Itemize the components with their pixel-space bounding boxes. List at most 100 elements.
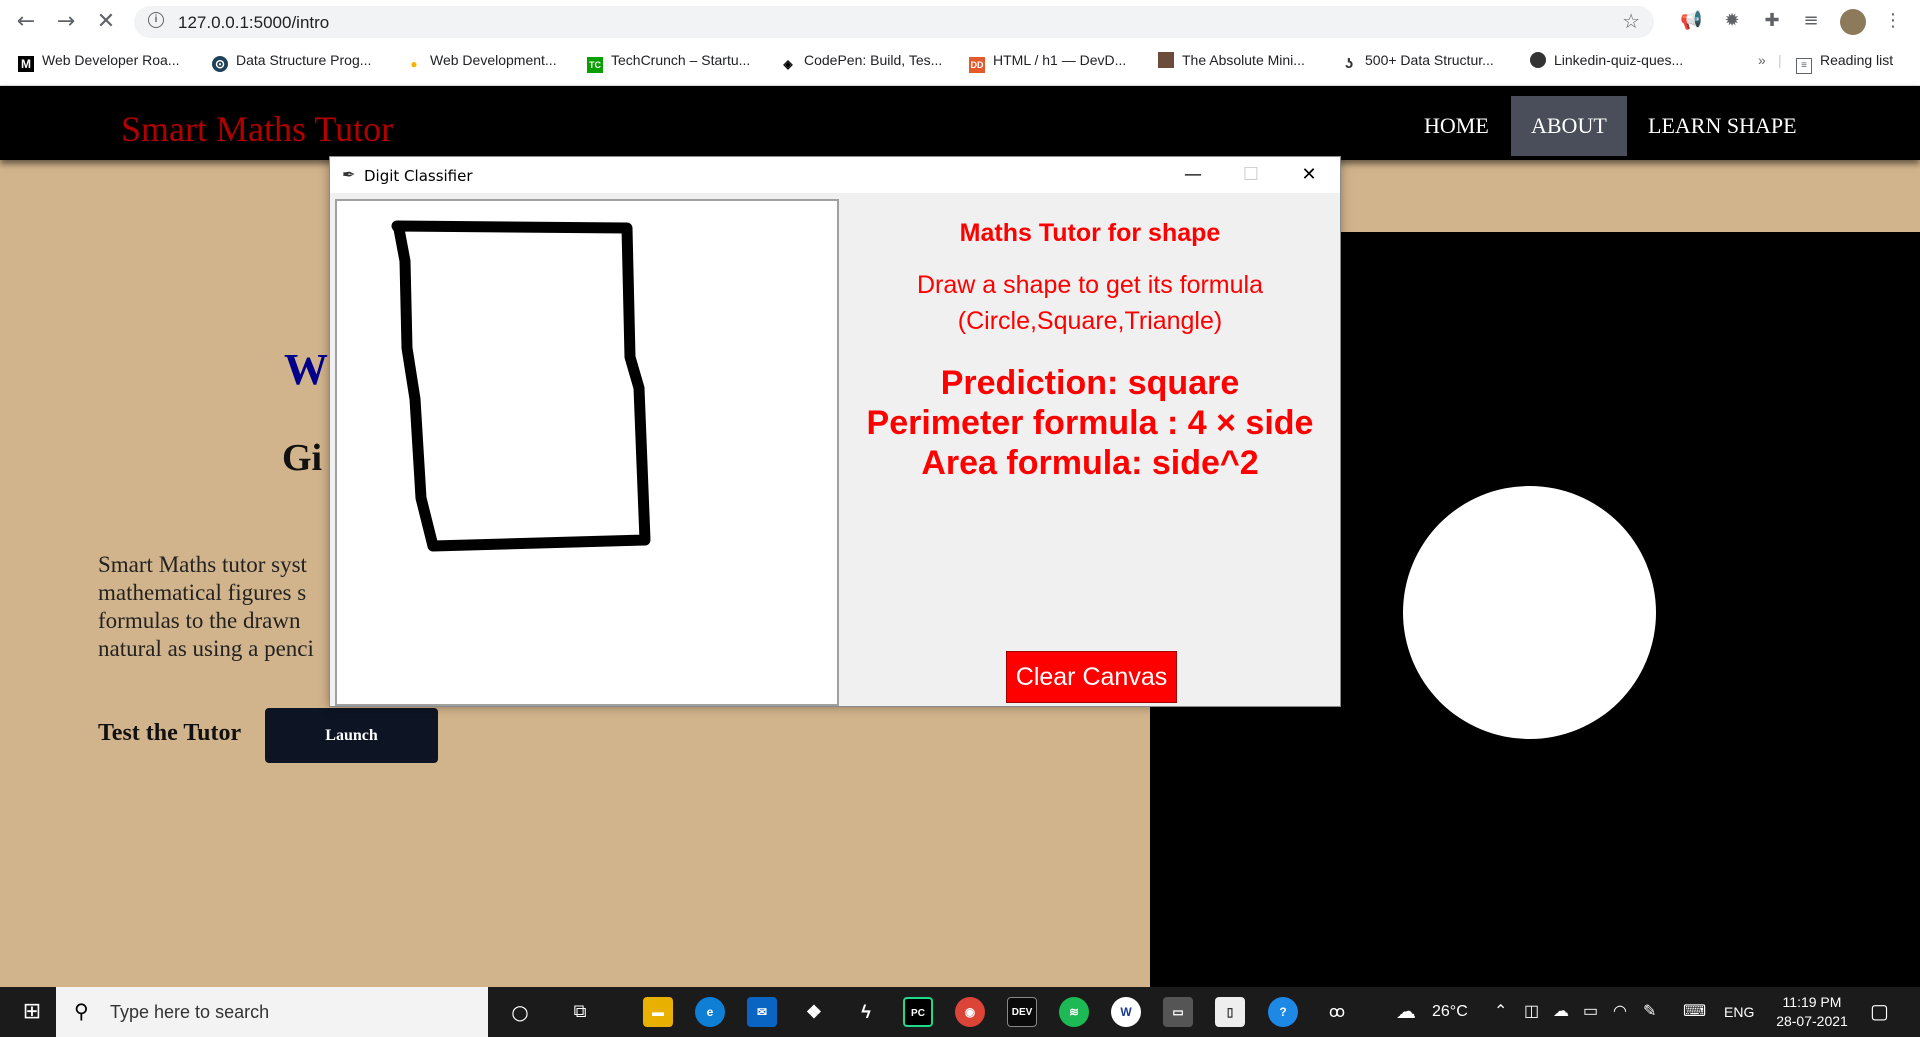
bookmark-item[interactable]: DD HTML / h1 — DevD... <box>969 52 1126 73</box>
prediction-text: Prediction: square <box>940 364 1240 402</box>
file-explorer-icon[interactable]: ▬ <box>643 997 673 1027</box>
forward-arrow-icon[interactable]: → <box>52 8 80 36</box>
hero-subtitle: Gi <box>282 437 323 479</box>
media-control-icon[interactable]: ≡ <box>1800 10 1822 32</box>
close-icon[interactable]: ✕ <box>1280 157 1338 193</box>
bracket-icon: ʖ <box>1344 55 1354 72</box>
bookmark-label: The Absolute Mini... <box>1182 52 1305 68</box>
stop-loading-icon[interactable]: ✕ <box>92 8 120 36</box>
onedrive-icon[interactable]: ☁ <box>1553 987 1569 1037</box>
spotify-icon[interactable]: ≋ <box>1059 997 1089 1027</box>
bookmark-label: Data Structure Prog... <box>236 52 372 68</box>
avatar-icon <box>1158 52 1174 68</box>
site-info-icon[interactable]: i <box>148 12 164 28</box>
lightning-icon[interactable]: ϟ <box>851 997 881 1027</box>
bookmarks-bar: M Web Developer Roa... ⊙ Data Structure Pr… <box>0 50 1920 76</box>
profile-avatar[interactable] <box>1840 9 1866 35</box>
site-brand[interactable]: Smart Maths Tutor <box>121 108 393 150</box>
area-formula: Area formula: side^2 <box>921 444 1259 482</box>
task-view-icon[interactable]: ⧉ <box>565 987 595 1037</box>
browser-menu-icon[interactable]: ⋮ <box>1882 10 1904 32</box>
url-text[interactable]: 127.0.0.1:5000/intro <box>178 13 329 33</box>
bookmark-item[interactable]: ⊙ Data Structure Prog... <box>212 52 371 72</box>
browser-toolbar: ← → ✕ i 127.0.0.1:5000/intro ☆ 📢 ✹ ✚ ≡ ⋮… <box>0 0 1920 86</box>
bookmark-item[interactable]: The Absolute Mini... <box>1158 52 1305 68</box>
github-icon <box>1530 52 1546 68</box>
launch-button[interactable]: Launch <box>265 708 438 763</box>
nav-about[interactable]: ABOUT <box>1511 96 1627 156</box>
dropbox-icon[interactable]: ❖ <box>799 997 829 1027</box>
mail-icon[interactable]: ✉ <box>747 997 777 1027</box>
terminal-icon[interactable]: ▭ <box>1163 997 1193 1027</box>
clock-date: 28-07-2021 <box>1776 1013 1848 1029</box>
taskbar-clock[interactable]: 11:19 PM 28-07-2021 <box>1762 993 1862 1031</box>
bookmark-item[interactable]: ● Web Development... <box>406 52 556 72</box>
instruction-line: Draw a shape to get its formula <box>917 271 1263 299</box>
dev-community-icon[interactable]: DEV <box>1007 997 1037 1027</box>
battery-icon[interactable]: ▭ <box>1583 987 1598 1037</box>
weather-temp[interactable]: 26°C <box>1432 987 1468 1037</box>
windows-start-icon[interactable]: ⊞ <box>14 987 50 1037</box>
back-arrow-icon[interactable]: ← <box>12 8 40 36</box>
extensions-puzzle-icon[interactable]: ✚ <box>1761 10 1783 32</box>
intro-paragraph: Smart Maths tutor syst mathematical figu… <box>98 551 348 663</box>
prediction-result: Prediction: square Perimeter formula : 4… <box>845 363 1335 483</box>
wifi-icon[interactable]: ◠ <box>1613 987 1627 1037</box>
cortana-icon[interactable]: ○ <box>505 987 535 1037</box>
drawn-square-stroke <box>391 220 651 552</box>
weather-icon[interactable]: ☁ <box>1396 987 1416 1037</box>
bookmark-item[interactable]: TC TechCrunch – Startu... <box>587 52 750 73</box>
tray-chevron-icon[interactable]: ⌃ <box>1494 987 1507 1037</box>
tray-meet-icon[interactable]: ◫ <box>1524 987 1539 1037</box>
bookmark-item[interactable]: ʖ 500+ Data Structur... <box>1341 52 1494 72</box>
document-icon[interactable]: ▯ <box>1215 997 1245 1027</box>
paragraph-line: formulas to the drawn <box>98 608 301 633</box>
keyboard-icon[interactable]: ⌨ <box>1683 987 1706 1037</box>
bulb-icon: ● <box>410 57 418 71</box>
paragraph-line: Smart Maths tutor syst <box>98 552 307 577</box>
reading-list-button[interactable]: ≡ Reading list <box>1796 52 1893 74</box>
chrome-icon[interactable]: ◉ <box>955 997 985 1027</box>
digit-classifier-window: ✒ Digit Classifier — ☐ ✕ Maths Tutor for… <box>329 156 1341 707</box>
edge-icon[interactable]: e <box>695 997 725 1027</box>
more-bookmarks-button[interactable]: » <box>1758 52 1766 68</box>
bookmark-item[interactable]: M Web Developer Roa... <box>18 52 179 72</box>
reading-list-icon: ≡ <box>1796 58 1812 74</box>
circle-shape-image <box>1403 486 1656 739</box>
medium-icon: M <box>18 56 34 72</box>
nav-home[interactable]: HOME <box>1404 96 1509 156</box>
window-titlebar[interactable]: ✒ Digit Classifier — ☐ ✕ <box>330 157 1340 193</box>
people-icon[interactable]: ꝏ <box>1322 987 1352 1037</box>
instructions: Draw a shape to get its formula (Circle,… <box>845 267 1335 339</box>
clear-canvas-button[interactable]: Clear Canvas <box>1006 651 1177 703</box>
pen-icon[interactable]: ✎ <box>1643 987 1656 1037</box>
app-circle-icon[interactable]: W <box>1111 997 1141 1027</box>
window-title: Digit Classifier <box>364 167 473 185</box>
hero-title: W <box>284 345 328 394</box>
drawing-canvas[interactable] <box>335 199 839 706</box>
paragraph-line: natural as using a penci <box>98 636 314 661</box>
notifications-icon[interactable]: ▢ <box>1870 987 1889 1037</box>
bug-extension-icon[interactable]: ✹ <box>1721 10 1743 32</box>
codecademy-icon: ⊙ <box>212 56 228 72</box>
paragraph-line: mathematical figures s <box>98 580 307 605</box>
pycharm-icon[interactable]: PC <box>903 997 933 1027</box>
nav-learn-shape[interactable]: LEARN SHAPE <box>1628 96 1817 156</box>
help-icon[interactable]: ? <box>1268 997 1298 1027</box>
address-bar[interactable]: i 127.0.0.1:5000/intro ☆ <box>134 6 1654 38</box>
codepen-icon: ◈ <box>783 57 793 71</box>
reading-list-label: Reading list <box>1820 52 1894 68</box>
site-navbar: Smart Maths Tutor HOME ABOUT LEARN SHAPE <box>0 86 1920 160</box>
devdocs-icon: DD <box>969 57 985 73</box>
bookmarks-divider: | <box>1778 52 1782 68</box>
bookmark-item[interactable]: ◈ CodePen: Build, Tes... <box>780 52 942 72</box>
test-tutor-label: Test the Tutor <box>98 720 242 746</box>
minimize-icon[interactable]: — <box>1164 157 1222 193</box>
perimeter-formula: Perimeter formula : 4 × side <box>866 404 1314 442</box>
bookmark-label: TechCrunch – Startu... <box>611 52 751 68</box>
bookmark-star-icon[interactable]: ☆ <box>1622 9 1640 33</box>
bookmark-item[interactable]: Linkedin-quiz-ques... <box>1530 52 1683 68</box>
language-indicator[interactable]: ENG <box>1724 987 1754 1037</box>
megaphone-extension-icon[interactable]: 📢 <box>1680 10 1702 32</box>
taskbar-search[interactable]: ⚲ Type here to search <box>56 987 488 1037</box>
